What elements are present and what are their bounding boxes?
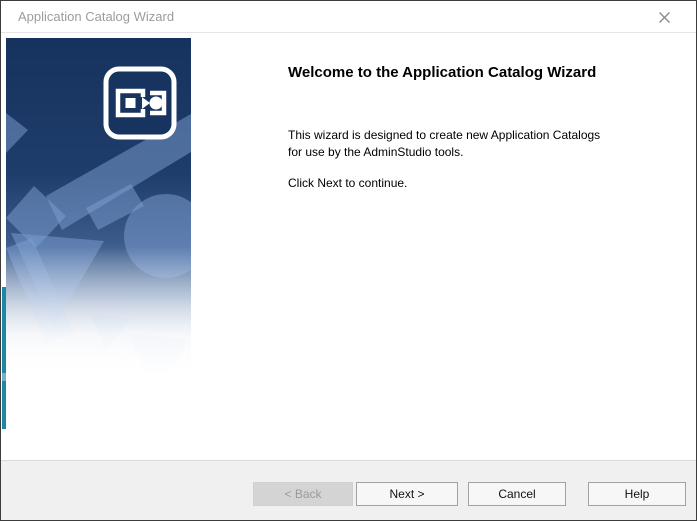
edge-accent-blip xyxy=(2,373,6,381)
title-bar: Application Catalog Wizard xyxy=(1,1,696,33)
instruction-text: Click Next to continue. xyxy=(288,176,408,190)
description-line: for use by the AdminStudio tools. xyxy=(288,145,464,159)
edge-accent-stripe xyxy=(2,287,6,429)
description-text: This wizard is designed to create new Ap… xyxy=(288,127,600,161)
page-title: Welcome to the Application Catalog Wizar… xyxy=(288,64,597,81)
close-button[interactable] xyxy=(650,3,678,31)
description-line: This wizard is designed to create new Ap… xyxy=(288,128,601,142)
next-button[interactable]: Next > xyxy=(356,482,458,506)
help-button[interactable]: Help xyxy=(588,482,686,506)
close-icon xyxy=(658,11,671,24)
wizard-dialog: Application Catalog Wizard Welcome to th… xyxy=(0,0,697,521)
wizard-watermark xyxy=(6,38,191,376)
back-button[interactable]: < Back xyxy=(253,482,353,506)
window-title: Application Catalog Wizard xyxy=(18,9,175,24)
cancel-button[interactable]: Cancel xyxy=(468,482,566,506)
watermark-graphic xyxy=(6,38,191,376)
